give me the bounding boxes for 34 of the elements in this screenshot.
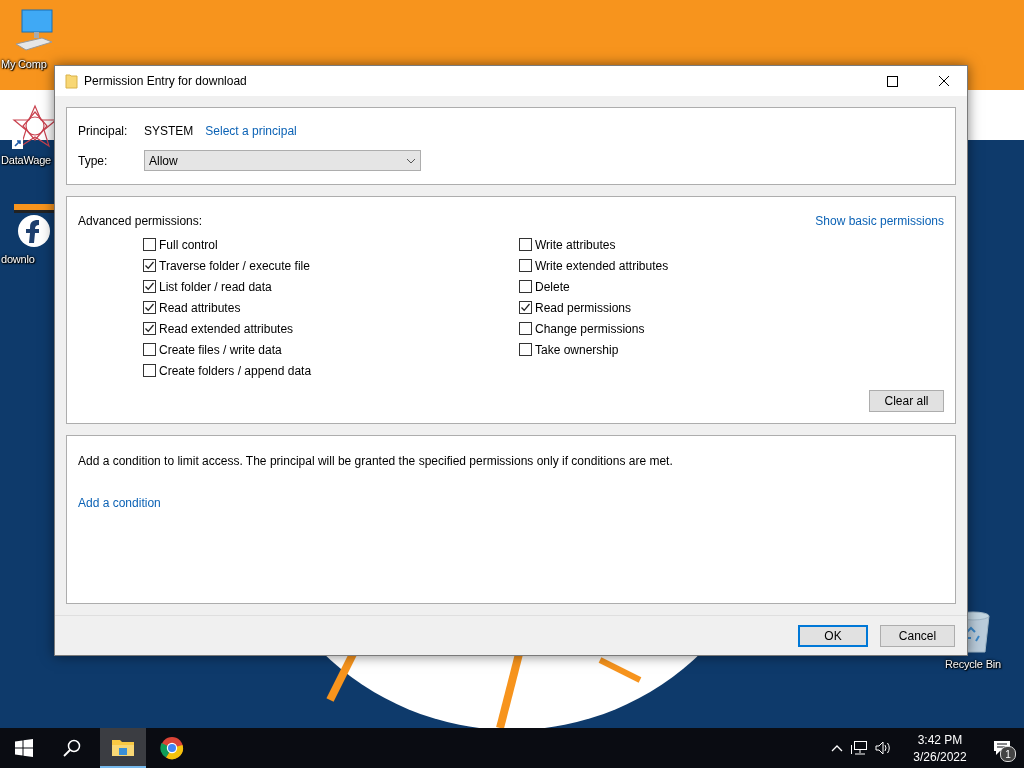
select-principal-link[interactable]: Select a principal [205,124,297,138]
checkbox-label: Traverse folder / execute file [159,258,310,273]
desktop-icon-label: downlo [1,253,35,265]
window-title: Permission Entry for download [84,74,248,88]
notification-button[interactable]: 1 [980,728,1024,768]
type-dropdown[interactable]: Allow [144,150,421,171]
desktop-icon-label: DataWage [1,154,51,166]
checkbox-label: Full control [159,237,218,252]
add-condition-link[interactable]: Add a condition [78,496,161,510]
desktop-icon-label: My Comp [1,58,47,70]
ok-button[interactable]: OK [798,624,868,647]
checkbox-label: Create files / write data [159,342,282,357]
condition-text: Add a condition to limit access. The principal will be granted the specified permissions only if conditions are met. [78,454,674,468]
field-label: Principal: [78,124,129,138]
checkbox-label: Read extended attributes [159,321,294,336]
show-basic-link[interactable]: Show basic permissions [815,214,944,228]
section-label: Advanced permissions: [78,214,203,228]
checkbox-label: Change permissions [535,321,645,336]
checkbox-label: Read attributes [159,300,241,315]
principal-value: SYSTEM [144,124,194,138]
desktop-icon-label: Recycle Bin [945,658,1001,670]
cancel-button[interactable]: Cancel [880,624,955,647]
clock-time[interactable]: 3:42 PM [917,732,963,747]
checkbox-label: Create folders / append data [159,363,312,378]
checkbox-label: Write attributes [535,237,616,252]
checkbox-label: Take ownership [535,342,619,357]
checkbox-label: List folder / read data [159,279,272,294]
clear-all-button[interactable]: Clear all [869,390,944,412]
notification-count: 1 [1000,746,1016,762]
checkbox-label: Read permissions [535,300,632,315]
checkbox-label: Delete [535,279,570,294]
clock-date[interactable]: 3/26/2022 [913,749,967,764]
field-label: Type: [78,153,109,168]
checkbox-label: Write extended attributes [535,258,669,273]
